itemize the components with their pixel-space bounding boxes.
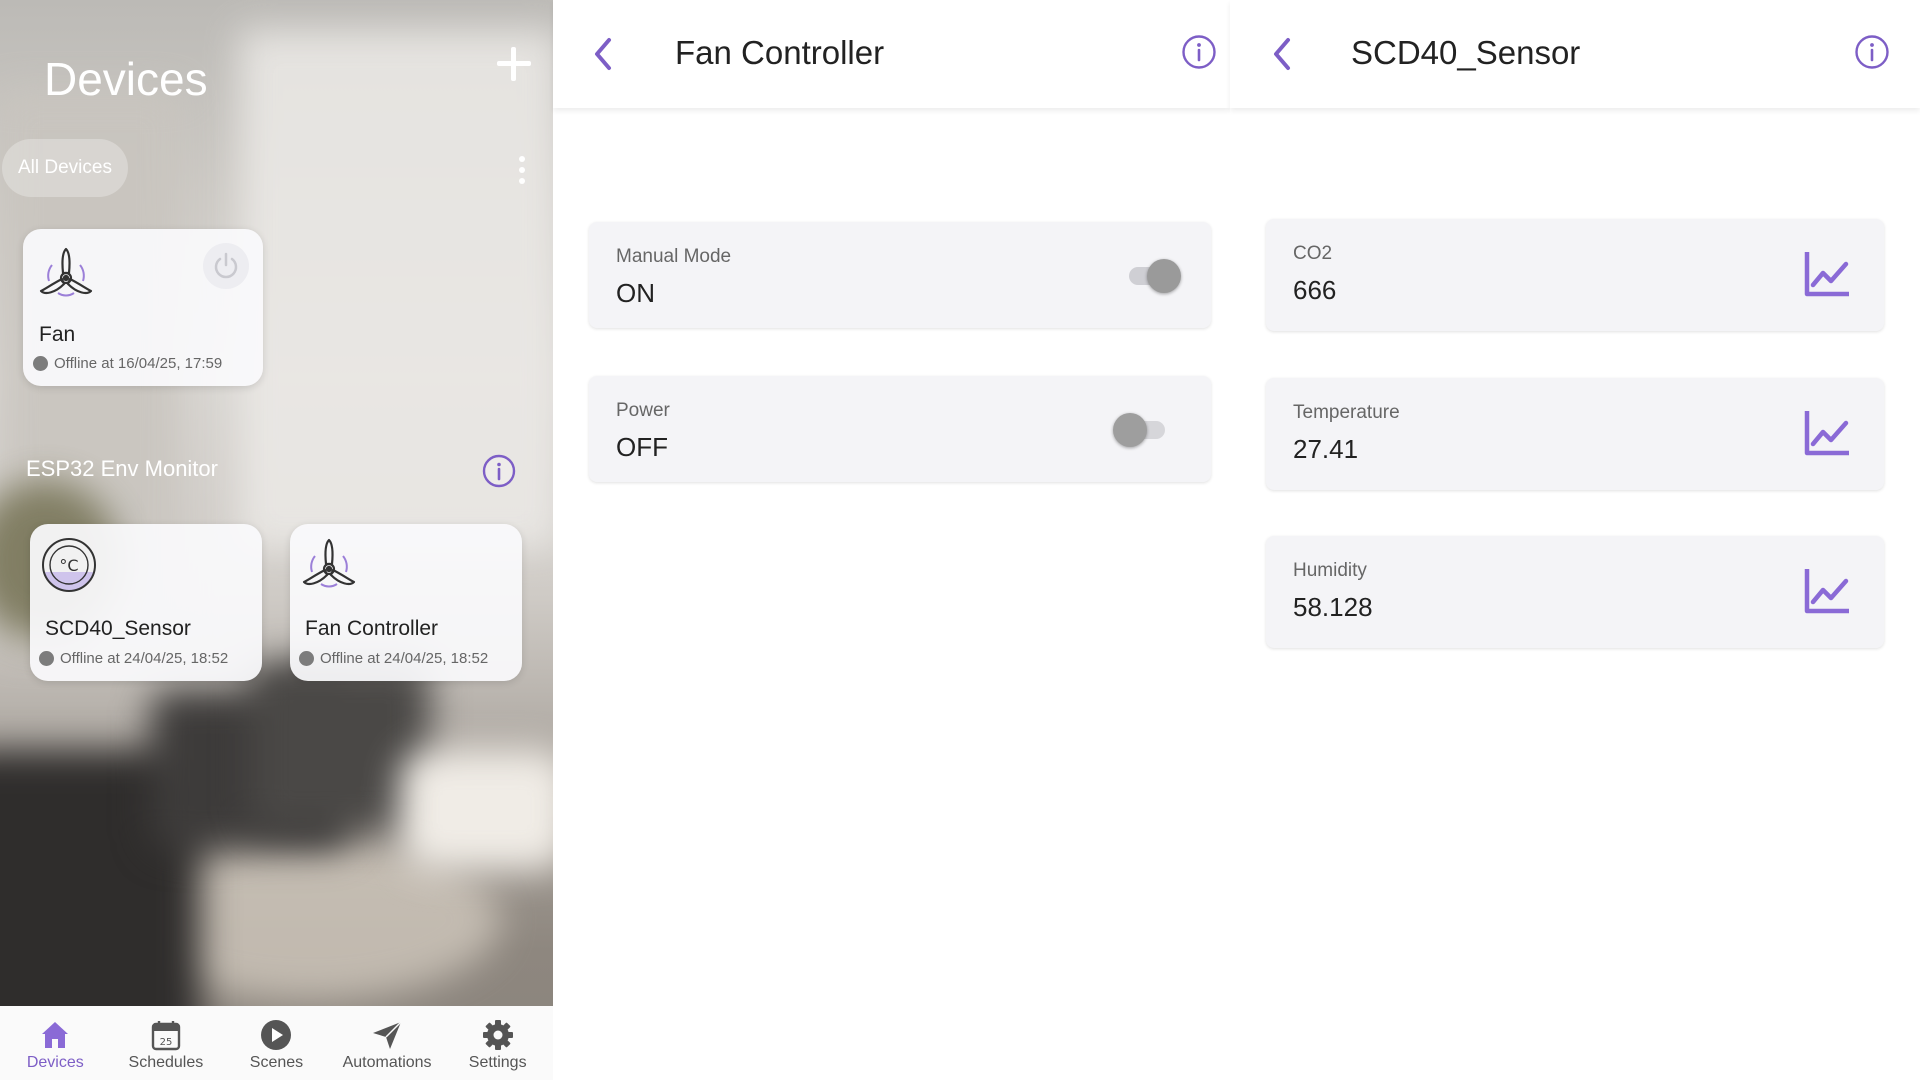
page-title: Fan Controller xyxy=(675,34,885,71)
param-label: Manual Mode xyxy=(616,246,732,267)
param-card-humidity: Humidity 58.128 xyxy=(1266,536,1884,648)
nav-schedules[interactable]: 25 Schedules xyxy=(111,1006,222,1080)
nav-scenes[interactable]: Scenes xyxy=(221,1006,332,1080)
gear-icon xyxy=(482,1020,513,1050)
sensor-panel: SCD40_Sensor CO2 666 Temperature 27.41 H… xyxy=(1230,0,1920,1080)
device-name: SCD40_Sensor xyxy=(45,617,191,640)
status-text: Offline at 24/04/25, 18:52 xyxy=(60,650,229,667)
nav-label: Settings xyxy=(468,1054,527,1071)
all-devices-chip[interactable]: All Devices xyxy=(2,139,128,197)
offline-dot xyxy=(39,651,54,666)
status-text: Offline at 24/04/25, 18:52 xyxy=(320,650,489,667)
chevron-left-icon[interactable] xyxy=(587,34,621,74)
calendar-day: 25 xyxy=(160,1037,173,1048)
info-icon[interactable] xyxy=(482,454,516,488)
home-icon xyxy=(42,1022,69,1048)
param-label: Power xyxy=(616,400,670,421)
param-label: Humidity xyxy=(1293,560,1367,581)
bottom-navigation: Devices 25 Schedules Scenes Automations … xyxy=(0,1006,553,1080)
param-card-power: Power OFF xyxy=(589,376,1211,482)
chevron-left-icon[interactable] xyxy=(1266,34,1300,74)
param-card-temperature: Temperature 27.41 xyxy=(1266,378,1884,490)
play-icon xyxy=(261,1020,292,1050)
info-icon[interactable] xyxy=(1854,34,1890,70)
nav-label: Automations xyxy=(342,1054,432,1071)
group-label: ESP32 Env Monitor xyxy=(26,456,218,481)
header: Fan Controller xyxy=(553,0,1230,108)
nav-settings[interactable]: Settings xyxy=(442,1006,553,1080)
status-text: Offline at 16/04/25, 17:59 xyxy=(54,355,223,372)
power-button[interactable] xyxy=(203,243,249,289)
info-icon[interactable] xyxy=(1181,34,1217,70)
plus-icon[interactable] xyxy=(494,44,534,84)
fan-controller-panel: Fan Controller Manual Mode ON Power OFF xyxy=(553,0,1230,1080)
calendar-icon: 25 xyxy=(151,1021,181,1051)
param-value: 666 xyxy=(1293,275,1337,305)
device-card-fan[interactable]: Fan Offline at 16/04/25, 17:59 xyxy=(23,229,263,386)
nav-label: Devices xyxy=(26,1054,84,1071)
svg-text:°C: °C xyxy=(59,556,78,575)
device-status: Offline at 16/04/25, 17:59 xyxy=(33,355,222,372)
page-title: SCD40_Sensor xyxy=(1351,34,1581,71)
nav-devices[interactable]: Devices xyxy=(0,1006,111,1080)
chart-icon[interactable] xyxy=(1802,249,1852,299)
kebab-menu-icon[interactable] xyxy=(516,154,528,186)
device-name: Fan Controller xyxy=(305,617,439,640)
chart-icon[interactable] xyxy=(1802,408,1852,458)
chart-icon[interactable] xyxy=(1802,566,1852,616)
temperature-sensor-icon: °C xyxy=(42,538,96,592)
param-label: CO2 xyxy=(1293,243,1333,264)
nav-automations[interactable]: Automations xyxy=(332,1006,443,1080)
param-value: 27.41 xyxy=(1293,434,1359,464)
device-card-scd40-sensor[interactable]: °C SCD40_Sensor Offline at 24/04/25, 18:… xyxy=(30,524,262,681)
param-card-manual-mode: Manual Mode ON xyxy=(589,222,1211,328)
fan-icon xyxy=(302,538,356,588)
send-icon xyxy=(373,1021,402,1049)
page-title: Devices xyxy=(44,53,208,105)
offline-dot xyxy=(33,356,48,371)
power-toggle[interactable] xyxy=(1113,410,1169,450)
device-status: Offline at 24/04/25, 18:52 xyxy=(299,650,488,667)
param-card-co2: CO2 666 xyxy=(1266,219,1884,331)
header: SCD40_Sensor xyxy=(1230,0,1920,108)
device-status: Offline at 24/04/25, 18:52 xyxy=(39,650,228,667)
param-value: ON xyxy=(616,278,655,308)
toggle-knob xyxy=(1113,413,1147,447)
param-value: OFF xyxy=(616,432,668,462)
nav-label: Scenes xyxy=(249,1054,304,1071)
device-card-fan-controller[interactable]: Fan Controller Offline at 24/04/25, 18:5… xyxy=(290,524,522,681)
manual-mode-toggle[interactable] xyxy=(1125,256,1181,296)
offline-dot xyxy=(299,651,314,666)
param-label: Temperature xyxy=(1293,402,1400,423)
power-icon xyxy=(214,252,238,279)
param-value: 58.128 xyxy=(1293,592,1373,622)
devices-panel: Devices All Devices Fan Offline at 16/04… xyxy=(0,0,553,1080)
device-name: Fan xyxy=(39,323,76,346)
toggle-knob xyxy=(1147,259,1181,293)
nav-label: Schedules xyxy=(128,1054,204,1071)
fan-icon xyxy=(39,247,93,297)
background-table xyxy=(400,750,553,870)
